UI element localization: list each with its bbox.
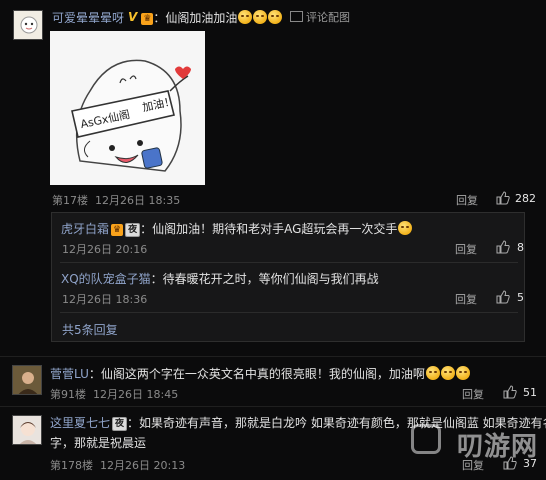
sub-reply-username[interactable]: XQ的队宠盒子猫：待春暖花开之时，等你们仙阁与我们再战 [61,270,379,287]
reply-button[interactable]: 回复 [455,241,477,257]
reply-button[interactable]: 回复 [462,457,484,473]
emoji-icon [425,366,440,380]
comment-image[interactable]: AsGx仙阁 加油！ [50,31,205,185]
like-count: 37 [523,457,537,470]
like-count: 8 [517,241,524,254]
more-replies-link[interactable]: 共5条回复 [62,321,118,338]
like-count: 282 [515,192,536,205]
vip-badge-icon: ♛ [141,13,154,25]
comment-image-link[interactable]: 评论配图 [290,9,350,25]
reply-button[interactable]: 回复 [462,386,484,402]
like-icon[interactable] [503,385,517,399]
like-count: 5 [517,291,524,304]
like-icon[interactable] [496,290,510,304]
comment-text-line2: 字，那就是祝晨运 [50,436,147,450]
emoji-icon [398,221,413,235]
reply-button[interactable]: 回复 [455,291,477,307]
like-count: 51 [523,386,537,399]
like-icon[interactable] [496,191,510,205]
comment-username[interactable]: 菅菅LU：仙阁这两个字在一众英文名中真的很亮眼！我的仙阁，加油啊 [50,365,470,382]
emoji-icon [440,366,455,380]
like-icon[interactable] [503,456,517,470]
comment-meta: 第17楼 12月26日 18:35 [52,194,181,207]
watermark-logo [411,424,441,454]
emoji-icon [455,366,470,380]
comment-username[interactable]: 可爱晕晕晕呀 V ♛ ：仙阁加油加油 [52,9,283,26]
sub-reply-meta: 12月26日 20:16 [62,243,148,256]
divider [60,262,518,263]
emoji-icon [268,10,283,24]
sub-reply-text: ：待春暖花开之时，等你们仙阁与我们再战 [150,272,379,286]
comment-text: ：仙阁加油加油 [153,11,238,25]
emoji-icon [238,10,253,24]
emoji-icon [253,10,268,24]
sub-reply-text: ：仙阁加油！期待和老对手AG超玩会再一次交手 [140,222,398,236]
vip-badge-icon: ♛ [111,224,124,236]
comment-text: ：仙阁这两个字在一众英文名中真的很亮眼！我的仙阁，加油啊 [88,367,425,381]
sub-reply-username[interactable]: 虎牙白霜 ♛ 夜：仙阁加油！期待和老对手AG超玩会再一次交手 [61,220,413,237]
night-badge-icon: 夜 [125,223,141,237]
divider [0,356,546,357]
night-badge-icon: 夜 [112,417,128,431]
avatar[interactable] [12,365,42,395]
image-icon [290,11,303,22]
comment-meta: 第178楼 12月26日 20:13 [50,459,186,472]
reply-button[interactable]: 回复 [456,192,478,208]
avatar[interactable] [13,10,43,40]
comment-meta: 第91楼 12月26日 18:45 [50,388,179,401]
divider [0,406,546,407]
avatar[interactable] [12,415,42,445]
verified-icon: V [128,10,138,24]
sub-reply-meta: 12月26日 18:36 [62,293,148,306]
divider [60,312,518,313]
like-icon[interactable] [496,240,510,254]
